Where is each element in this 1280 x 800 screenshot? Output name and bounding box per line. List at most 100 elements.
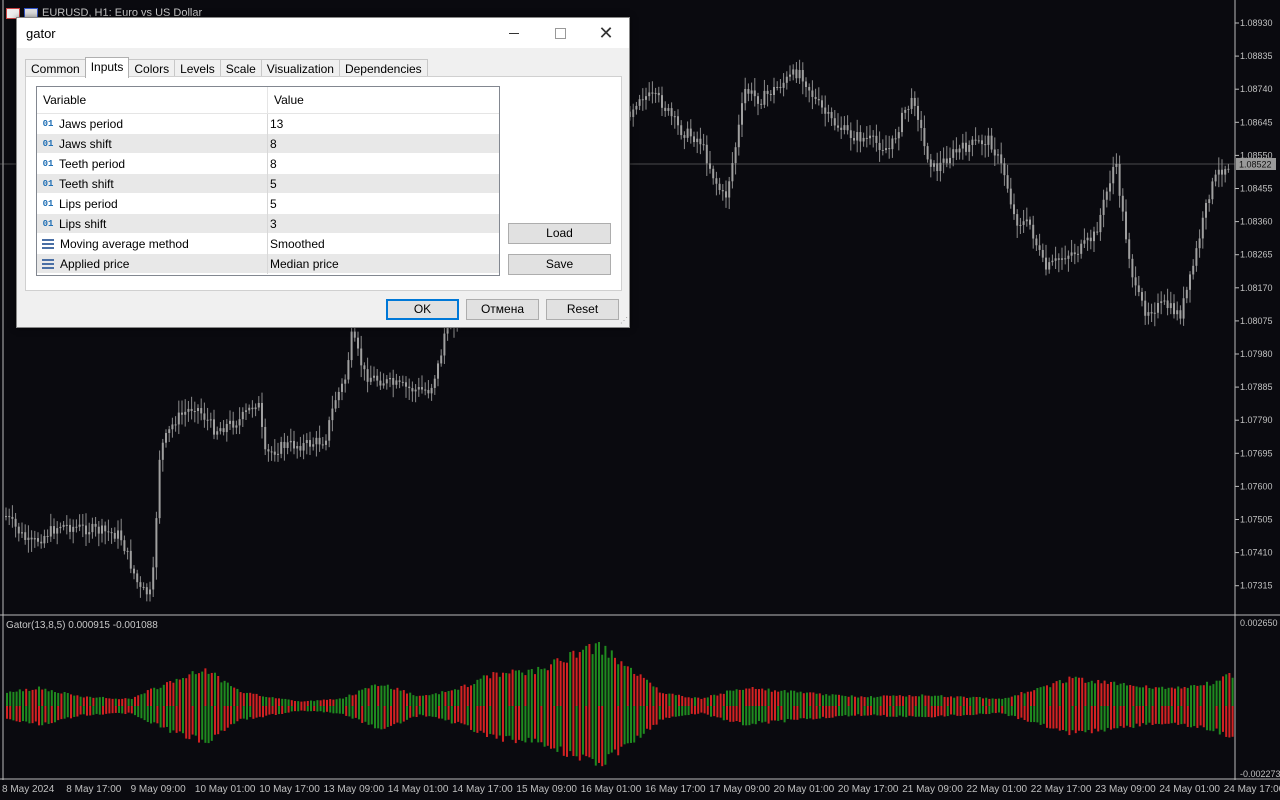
- dialog-titlebar[interactable]: gator ✕: [17, 18, 629, 48]
- time-axis-label: 13 May 09:00: [323, 784, 385, 795]
- candle-body: [1208, 199, 1211, 203]
- table-row[interactable]: 01 Teeth period 8: [37, 154, 499, 174]
- gator-lower-bar: [1004, 706, 1007, 714]
- tab-scale[interactable]: Scale: [219, 59, 262, 77]
- candle-body: [315, 437, 318, 445]
- tab-visualization[interactable]: Visualization: [260, 59, 340, 77]
- load-button[interactable]: Load: [508, 223, 611, 244]
- resize-grip-icon[interactable]: ⋰: [618, 316, 628, 326]
- gator-upper-bar: [214, 672, 216, 706]
- tab-colors[interactable]: Colors: [128, 59, 176, 77]
- gator-lower-bar: [370, 706, 373, 725]
- dialog-title: gator: [26, 26, 56, 41]
- gator-lower-bar: [959, 706, 962, 716]
- gator-upper-bar: [892, 695, 895, 706]
- ok-button[interactable]: OK: [386, 299, 459, 320]
- reset-button[interactable]: Reset: [546, 299, 619, 320]
- table-row[interactable]: Applied price Median price: [37, 254, 499, 274]
- tab-common[interactable]: Common: [25, 59, 86, 77]
- gator-lower-bar: [482, 706, 485, 733]
- candle-body: [171, 424, 174, 430]
- header-value[interactable]: Value: [268, 87, 499, 113]
- gator-upper-bar: [441, 691, 444, 706]
- gator-upper-bar: [6, 692, 8, 706]
- gator-upper-bar: [770, 691, 773, 706]
- gator-upper-bar: [866, 697, 869, 706]
- value-cell[interactable]: 5: [268, 194, 499, 214]
- gator-lower-bar: [1078, 706, 1080, 731]
- table-row[interactable]: 01 Lips period 5: [37, 194, 499, 214]
- table-row[interactable]: 01 Jaws shift 8: [37, 134, 499, 154]
- gator-upper-bar: [777, 691, 780, 706]
- table-row[interactable]: 01 Lips shift 3: [37, 214, 499, 234]
- gator-lower-bar: [854, 706, 856, 716]
- gator-upper-bar: [518, 670, 520, 706]
- candle-body: [149, 589, 151, 595]
- gator-lower-bar: [818, 706, 821, 719]
- gator-lower-bar: [105, 706, 108, 714]
- gator-upper-bar: [556, 658, 559, 706]
- gator-upper-bar: [1196, 685, 1199, 706]
- candle-body: [357, 337, 359, 349]
- value-cell[interactable]: 5: [268, 174, 499, 194]
- variable-name: Jaws period: [59, 117, 124, 131]
- candle-body: [699, 138, 702, 145]
- value-cell[interactable]: 13: [268, 114, 499, 134]
- candle-body: [1141, 292, 1143, 301]
- gator-upper-bar: [172, 682, 175, 706]
- current-price-label: 1.08522: [1239, 160, 1272, 170]
- gator-lower-bar: [434, 706, 437, 718]
- gator-lower-bar: [25, 706, 28, 722]
- gator-lower-bar: [774, 706, 776, 721]
- gator-upper-bar: [15, 691, 18, 706]
- value-cell[interactable]: Median price: [268, 254, 499, 274]
- table-row[interactable]: 01 Jaws period 13: [37, 114, 499, 134]
- value-cell[interactable]: 8: [268, 134, 499, 154]
- gator-lower-bar: [431, 706, 434, 717]
- candle-body: [926, 146, 929, 160]
- value-cell[interactable]: 8: [268, 154, 499, 174]
- gator-upper-bar: [1039, 687, 1042, 706]
- candle-body: [827, 111, 830, 114]
- gator-lower-bar: [6, 706, 8, 719]
- gator-upper-bar: [220, 682, 223, 706]
- gator-lower-bar: [15, 706, 18, 722]
- gator-lower-bar: [303, 706, 306, 711]
- save-button[interactable]: Save: [508, 254, 611, 275]
- maximize-button[interactable]: [537, 18, 583, 48]
- candle-body: [814, 96, 817, 99]
- tab-dependencies[interactable]: Dependencies: [338, 59, 428, 77]
- close-button[interactable]: ✕: [583, 18, 629, 48]
- value-cell[interactable]: 3: [268, 214, 499, 234]
- candle-body: [811, 90, 814, 97]
- cancel-button[interactable]: Отмена: [466, 299, 539, 320]
- gator-lower-bar: [796, 706, 799, 720]
- gator-lower-bar: [847, 706, 850, 717]
- gator-upper-bar: [1065, 682, 1068, 706]
- value-cell[interactable]: Smoothed: [268, 234, 499, 254]
- gator-lower-bar: [767, 706, 770, 724]
- table-row[interactable]: Moving average method Smoothed: [37, 234, 499, 254]
- candle-body: [1121, 195, 1124, 212]
- gator-lower-bar: [1164, 706, 1167, 724]
- time-axis-label: 10 May 17:00: [259, 784, 320, 795]
- candle-body: [974, 139, 977, 141]
- gator-lower-bar: [1196, 706, 1199, 728]
- tab-levels[interactable]: Levels: [174, 59, 221, 77]
- gator-indicator-chart[interactable]: 0.002650 -0.002273: [0, 616, 1280, 780]
- gator-upper-bar: [732, 690, 735, 706]
- table-row[interactable]: 01 Teeth shift 5: [37, 174, 499, 194]
- gator-upper-bar: [774, 690, 776, 706]
- gator-lower-bar: [1206, 706, 1208, 731]
- minimize-button[interactable]: [491, 18, 537, 48]
- gator-lower-bar: [1116, 706, 1119, 729]
- tab-inputs[interactable]: Inputs: [84, 57, 130, 78]
- gator-lower-bar: [937, 706, 940, 717]
- gator-upper-bar: [470, 685, 472, 706]
- candle-body: [1115, 163, 1118, 167]
- gator-upper-bar: [415, 696, 418, 706]
- gator-lower-bar: [514, 706, 517, 744]
- gator-upper-bar: [850, 695, 853, 706]
- header-variable[interactable]: Variable: [37, 87, 268, 113]
- candle-body: [1134, 277, 1137, 286]
